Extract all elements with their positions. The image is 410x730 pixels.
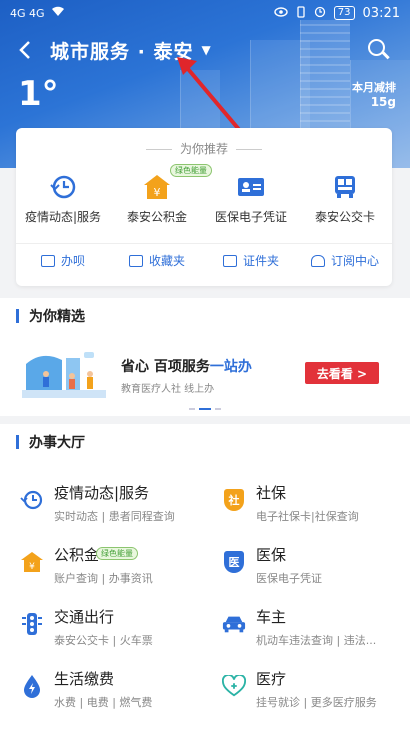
recommend-item-medical-card[interactable]: 医保电子凭证 <box>204 172 298 225</box>
promo-banner[interactable]: 省心 百项服务一站办 教育医疗人社 线上办 去看看 > <box>0 334 410 416</box>
vibrate-icon <box>296 5 306 21</box>
service-desc: 挂号就诊 | 更多医疗服务 <box>256 696 377 709</box>
hall-title: 办事大厅 <box>29 435 85 451</box>
service-name: 车主 <box>256 608 287 626</box>
banner-headline: 省心 百项服务一站办 <box>121 359 252 375</box>
shield-icon: 社 <box>222 488 246 512</box>
service-medical-insurance[interactable]: 医 医保 医保电子凭证 <box>222 542 410 602</box>
status-bar: 4G 4G 73 03:21 <box>0 0 410 26</box>
green-energy-tag: 绿色能量 <box>170 164 212 177</box>
recommend-label: 疫情动态|服务 <box>24 210 102 224</box>
id-card-icon <box>222 254 237 267</box>
clock-icon <box>20 488 44 512</box>
temperature: 1° <box>18 74 59 114</box>
shield-icon: 医 <box>222 550 246 574</box>
service-housing-fund[interactable]: ¥ 公积金 绿色能量 账户查询 | 办事资讯 <box>20 542 220 602</box>
service-desc: 泰安公交卡 | 火车票 <box>54 634 153 647</box>
bell-icon <box>310 254 325 267</box>
drop-icon <box>20 674 44 698</box>
service-name: 医疗 <box>256 670 287 688</box>
clock-icon <box>46 172 80 202</box>
go-see-button[interactable]: 去看看 > <box>305 362 379 384</box>
recommend-card: 为你推荐 疫情动态|服务 ¥ 绿色能量 泰安公积金 医保电子凭证 泰安公交卡 办… <box>16 128 392 286</box>
service-name: 疫情动态|服务 <box>54 484 150 502</box>
service-social-security[interactable]: 社 社保 电子社保卡|社保查询 <box>222 480 410 540</box>
recommend-label: 泰安公交卡 <box>314 210 375 224</box>
service-name: 生活缴费 <box>54 670 115 688</box>
link-banbei[interactable]: 办呗 <box>16 252 110 269</box>
battery-indicator: 73 <box>333 6 355 20</box>
service-name: 社保 <box>256 484 287 502</box>
recommend-items: 疫情动态|服务 ¥ 绿色能量 泰安公积金 医保电子凭证 泰安公交卡 <box>16 164 392 225</box>
traffic-light-icon <box>20 612 44 636</box>
service-desc: 账户查询 | 办事资讯 <box>54 572 153 585</box>
clock-text: 03:21 <box>362 5 400 21</box>
service-medical[interactable]: 医疗 挂号就诊 | 更多医疗服务 <box>222 666 410 726</box>
search-button[interactable] <box>368 39 390 61</box>
svg-text:¥: ¥ <box>29 562 35 572</box>
back-arrow-icon <box>19 41 30 59</box>
bus-icon <box>328 172 362 202</box>
service-car-owner[interactable]: 车主 机动车违法查询 | 违法... <box>222 604 410 664</box>
carbon-label: 本月减排 <box>352 81 396 94</box>
alarm-icon <box>314 6 326 21</box>
recommend-title: 为你推荐 <box>16 140 392 157</box>
featured-title: 为你精选 <box>29 309 85 325</box>
fund-icon: ¥ <box>20 550 44 574</box>
service-transport[interactable]: 交通出行 泰安公交卡 | 火车票 <box>20 604 220 664</box>
link-subscriptions[interactable]: 订阅中心 <box>298 252 392 269</box>
card-icon <box>234 172 268 202</box>
green-energy-tag: 绿色能量 <box>96 547 138 560</box>
recommend-links: 办呗 收藏夹 证件夹 订阅中心 <box>16 243 392 277</box>
service-desc: 水费 | 电费 | 燃气费 <box>54 696 153 709</box>
service-desc: 电子社保卡|社保查询 <box>256 510 359 523</box>
network-indicator: 4G 4G <box>10 6 45 20</box>
back-button[interactable] <box>0 40 50 60</box>
svg-text:¥: ¥ <box>154 186 161 199</box>
recommend-item-fund[interactable]: ¥ 绿色能量 泰安公积金 <box>110 164 212 225</box>
service-grid: 疫情动态|服务 实时动态 | 患者同程查询 社 社保 电子社保卡|社保查询 ¥ … <box>0 460 410 730</box>
service-name: 交通出行 <box>54 608 115 626</box>
city-title[interactable]: 城市服务 · 泰安 <box>50 37 193 64</box>
hall-section-header: 办事大厅 <box>0 424 410 460</box>
recommend-label: 医保电子凭证 <box>214 210 287 224</box>
service-hall-illustration <box>22 352 106 398</box>
service-utilities[interactable]: 生活缴费 水费 | 电费 | 燃气费 <box>20 666 220 726</box>
service-desc: 机动车违法查询 | 违法... <box>256 634 377 647</box>
service-desc: 医保电子凭证 <box>256 572 322 585</box>
link-favorites[interactable]: 收藏夹 <box>110 252 204 269</box>
banner-subtext: 教育医疗人社 线上办 <box>121 384 215 395</box>
carbon-value: 15g <box>370 95 396 109</box>
service-desc: 实时动态 | 患者同程查询 <box>54 510 175 523</box>
recommend-item-epidemic[interactable]: 疫情动态|服务 <box>16 172 110 225</box>
recommend-label: 泰安公积金 <box>126 210 187 224</box>
document-icon <box>40 254 55 267</box>
medical-icon <box>222 674 246 698</box>
folder-icon <box>128 254 143 267</box>
featured-section-header: 为你精选 <box>0 298 410 334</box>
service-name: 医保 <box>256 546 287 564</box>
car-icon <box>222 612 246 636</box>
top-bar: 城市服务 · 泰安 ▼ <box>0 30 410 70</box>
caret-down-icon[interactable]: ▼ <box>201 43 210 57</box>
eye-icon <box>274 6 288 20</box>
service-name: 公积金 <box>54 546 100 564</box>
link-certificates[interactable]: 证件夹 <box>204 252 298 269</box>
wifi-icon <box>51 6 65 20</box>
carbon-reduction[interactable]: 本月减排 15g <box>352 80 396 110</box>
recommend-item-bus-card[interactable]: 泰安公交卡 <box>298 172 392 225</box>
service-epidemic[interactable]: 疫情动态|服务 实时动态 | 患者同程查询 <box>20 480 220 540</box>
fund-icon: ¥ 绿色能量 <box>140 164 212 202</box>
carousel-indicator <box>0 408 410 410</box>
